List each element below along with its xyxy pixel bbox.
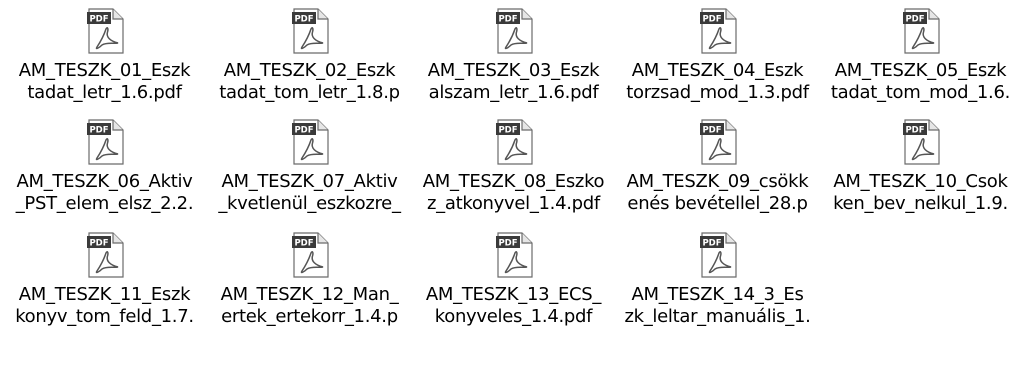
- svg-text:PDF: PDF: [498, 239, 517, 249]
- file-name-line-2: _kvetlenül_eszkozre_: [218, 193, 401, 214]
- pdf-file-icon[interactable]: PDF: [903, 8, 941, 54]
- pdf-file-icon[interactable]: PDF: [903, 119, 941, 165]
- file-name-line-1: AM_TESZK_13_ECS_: [425, 284, 602, 305]
- file-name-line-1: AM_TESZK_05_Eszk: [834, 60, 1007, 81]
- file-name-line-2: alszam_letr_1.6.pdf: [428, 82, 599, 103]
- pdf-file-icon[interactable]: PDF: [496, 8, 534, 54]
- pdf-file-icon[interactable]: PDF: [496, 119, 534, 165]
- file-name-line-1: AM_TESZK_01_Eszk: [18, 60, 191, 81]
- file-name-line-2: tadat_letr_1.6.pdf: [27, 82, 182, 103]
- file-name-line-1: AM_TESZK_14_3_Es: [631, 284, 804, 305]
- file-name-line-2: torzsad_mod_1.3.pdf: [626, 82, 809, 103]
- file-item[interactable]: PDF AM_TESZK_06_Aktiv _PST_elem_elsz_2.2.: [2, 111, 207, 223]
- file-name-line-1: AM_TESZK_03_Eszk: [427, 60, 600, 81]
- file-item[interactable]: PDF AM_TESZK_08_Eszko z_atkonyvel_1.4.pdf: [411, 111, 616, 223]
- file-name-line-1: AM_TESZK_02_Eszk: [223, 60, 396, 81]
- pdf-file-icon[interactable]: PDF: [700, 232, 738, 278]
- file-name-line-2: konyveles_1.4.pdf: [434, 306, 593, 327]
- file-name-line-2: konyv_tom_feld_1.7.: [15, 306, 194, 327]
- file-name-line-2: enés bevétellel_28.p: [627, 193, 808, 214]
- file-name-line-2: tadat_tom_mod_1.6.: [830, 82, 1011, 103]
- file-name-line-1: AM_TESZK_11_Eszk: [18, 284, 191, 305]
- svg-text:PDF: PDF: [294, 15, 313, 25]
- file-name-line-1: AM_TESZK_04_Eszk: [631, 60, 804, 81]
- file-name-line-2: ertek_ertekorr_1.4.p: [221, 306, 398, 327]
- file-name-line-1: AM_TESZK_08_Eszko: [422, 171, 605, 192]
- file-item[interactable]: PDF AM_TESZK_02_Eszk tadat_tom_letr_1.8.p: [207, 0, 412, 112]
- file-item[interactable]: PDF AM_TESZK_09_csökk enés bevétellel_28.p: [615, 111, 820, 223]
- file-name-line-1: AM_TESZK_10_Csok: [833, 171, 1008, 192]
- file-item[interactable]: PDF AM_TESZK_10_Csok ken_bev_nelkul_1.9.: [818, 111, 1023, 223]
- file-name-line-1: AM_TESZK_06_Aktiv: [16, 171, 193, 192]
- pdf-file-icon[interactable]: PDF: [87, 232, 125, 278]
- svg-text:PDF: PDF: [702, 126, 721, 136]
- file-name-line-1: AM_TESZK_12_Man_: [220, 284, 399, 305]
- svg-text:PDF: PDF: [702, 239, 721, 249]
- file-item[interactable]: PDF AM_TESZK_03_Eszk alszam_letr_1.6.pdf: [411, 0, 616, 112]
- file-name-line-2: tadat_tom_letr_1.8.p: [219, 82, 400, 103]
- file-item[interactable]: PDF AM_TESZK_13_ECS_ konyveles_1.4.pdf: [411, 224, 616, 336]
- svg-text:PDF: PDF: [905, 126, 924, 136]
- pdf-file-icon[interactable]: PDF: [292, 232, 330, 278]
- file-name-line-2: ken_bev_nelkul_1.9.: [833, 193, 1008, 214]
- file-name-line-1: AM_TESZK_07_Aktiv: [221, 171, 398, 192]
- file-item[interactable]: PDF AM_TESZK_05_Eszk tadat_tom_mod_1.6.: [818, 0, 1023, 112]
- file-item[interactable]: PDF AM_TESZK_07_Aktiv _kvetlenül_eszkozre_: [207, 111, 412, 223]
- file-name-line-1: AM_TESZK_09_csökk: [626, 171, 809, 192]
- file-icon-grid: PDF AM_TESZK_01_Eszk tadat_letr_1.6.pdf PDF…: [0, 0, 1026, 383]
- svg-text:PDF: PDF: [905, 15, 924, 25]
- svg-text:PDF: PDF: [294, 126, 313, 136]
- pdf-file-icon[interactable]: PDF: [292, 8, 330, 54]
- pdf-file-icon[interactable]: PDF: [496, 232, 534, 278]
- file-item[interactable]: PDF AM_TESZK_11_Eszk konyv_tom_feld_1.7.: [2, 224, 207, 336]
- file-name-line-2: _PST_elem_elsz_2.2.: [15, 193, 194, 214]
- pdf-file-icon[interactable]: PDF: [700, 119, 738, 165]
- pdf-file-icon[interactable]: PDF: [700, 8, 738, 54]
- file-item[interactable]: PDF AM_TESZK_01_Eszk tadat_letr_1.6.pdf: [2, 0, 207, 112]
- svg-text:PDF: PDF: [89, 239, 108, 249]
- file-item[interactable]: PDF AM_TESZK_14_3_Es zk_leltar_manuális_1.: [615, 224, 820, 336]
- file-item[interactable]: PDF AM_TESZK_04_Eszk torzsad_mod_1.3.pdf: [615, 0, 820, 112]
- svg-text:PDF: PDF: [89, 15, 108, 25]
- svg-text:PDF: PDF: [89, 126, 108, 136]
- svg-text:PDF: PDF: [498, 126, 517, 136]
- svg-text:PDF: PDF: [702, 15, 721, 25]
- file-name-line-2: zk_leltar_manuális_1.: [624, 306, 811, 327]
- pdf-file-icon[interactable]: PDF: [87, 8, 125, 54]
- file-name-line-2: z_atkonyvel_1.4.pdf: [427, 193, 600, 214]
- svg-text:PDF: PDF: [294, 239, 313, 249]
- svg-text:PDF: PDF: [498, 15, 517, 25]
- pdf-file-icon[interactable]: PDF: [87, 119, 125, 165]
- pdf-file-icon[interactable]: PDF: [292, 119, 330, 165]
- file-item[interactable]: PDF AM_TESZK_12_Man_ ertek_ertekorr_1.4.p: [207, 224, 412, 336]
